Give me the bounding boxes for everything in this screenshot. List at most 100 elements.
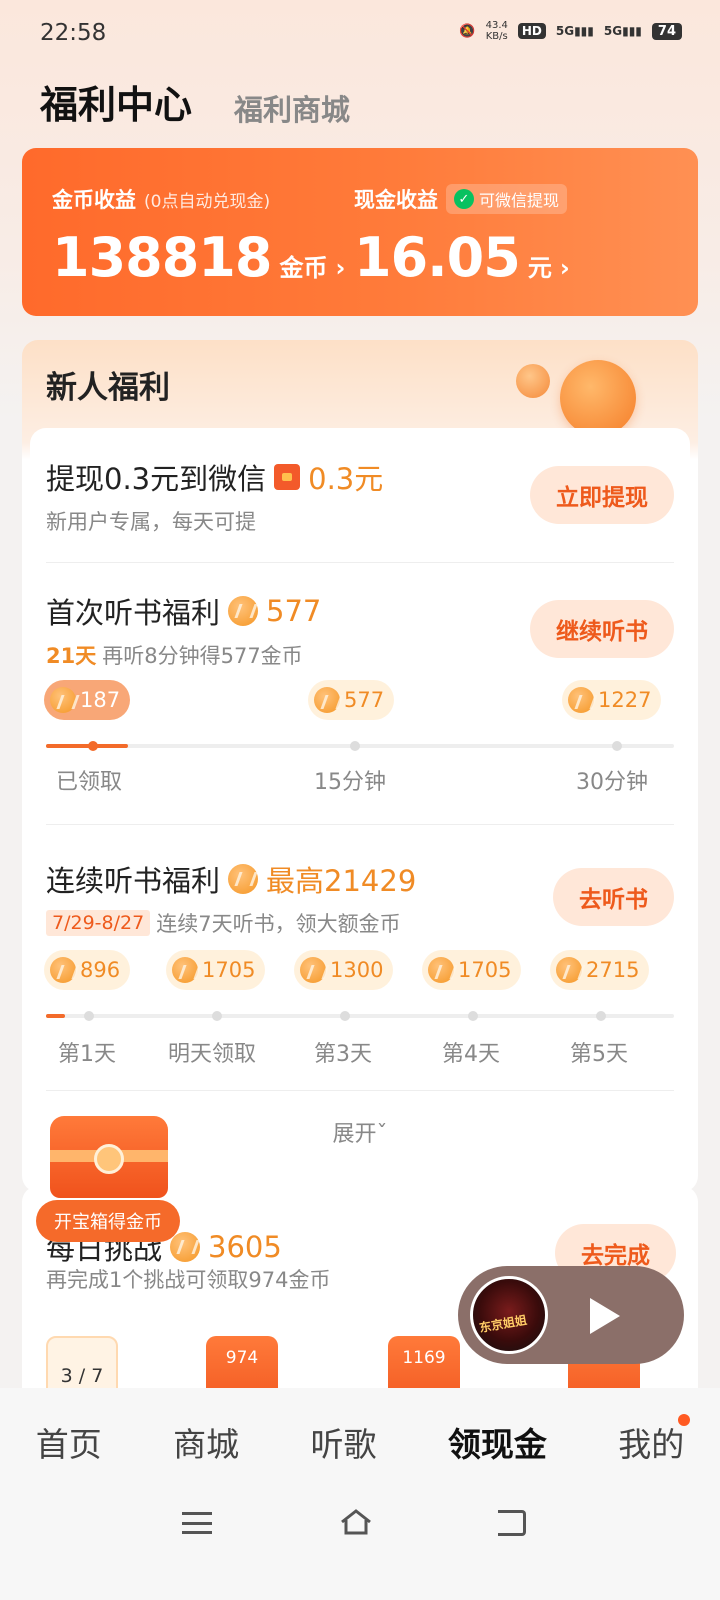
milestone-label: 15分钟 bbox=[314, 770, 386, 795]
challenge-subtitle: 再完成1个挑战可领取974金币 bbox=[46, 1268, 331, 1292]
coin-icon bbox=[300, 957, 326, 983]
tab-welfare-mall[interactable]: 福利商城 bbox=[234, 87, 350, 129]
wechat-withdraw-badge: ✓ 可微信提现 bbox=[446, 184, 568, 214]
newbie-welfare-title: 新人福利 bbox=[46, 370, 170, 406]
status-time: 22:58 bbox=[40, 20, 107, 46]
coin-icon bbox=[50, 957, 76, 983]
streak-progress bbox=[46, 1011, 674, 1021]
coin-icon bbox=[314, 687, 340, 713]
top-tabs: 福利中心 福利商城 bbox=[40, 74, 350, 129]
streak-day-label: 第4天 bbox=[442, 1042, 500, 1067]
streak-day-label: 第5天 bbox=[570, 1042, 628, 1067]
notification-dot bbox=[678, 1414, 691, 1426]
first-listen-row: 首次听书福利 577 21天 再听8分钟得577金币 继续听书 bbox=[46, 590, 674, 670]
net-speed: 43.4 KB/s bbox=[485, 20, 508, 42]
menu-icon[interactable] bbox=[182, 1512, 212, 1534]
progress-fill bbox=[46, 1014, 65, 1018]
red-packet-icon bbox=[274, 464, 301, 490]
play-icon[interactable] bbox=[590, 1298, 620, 1334]
withdraw-title: 提现0.3元到微信 bbox=[46, 462, 267, 496]
first-listen-days: 21天 bbox=[46, 644, 97, 668]
streak-day-pill: 1705 bbox=[422, 950, 522, 990]
home-icon[interactable] bbox=[340, 1508, 372, 1536]
coin-icon bbox=[556, 957, 582, 983]
wechat-check-icon: ✓ bbox=[454, 189, 474, 209]
treasure-chest-icon[interactable] bbox=[44, 1116, 174, 1212]
streak-title: 连续听书福利 bbox=[46, 864, 221, 898]
tab-welfare-center[interactable]: 福利中心 bbox=[40, 74, 192, 129]
divider bbox=[46, 562, 674, 563]
signal-2-icon: 5G▮▮▮ bbox=[603, 24, 642, 38]
nav-mall[interactable]: 商城 bbox=[173, 1418, 239, 1466]
nav-music[interactable]: 听歌 bbox=[310, 1418, 376, 1466]
coin-icon bbox=[170, 1232, 201, 1262]
streak-day-label: 第3天 bbox=[314, 1042, 372, 1067]
bottom-navigation: 首页 商城 听歌 领现金 我的 bbox=[0, 1388, 720, 1600]
mute-bell-icon: 🔕 bbox=[459, 23, 476, 39]
coin-icon bbox=[50, 687, 76, 713]
streak-day-pill: 2715 bbox=[550, 950, 650, 990]
album-cover-text: 东京姐姐 bbox=[478, 1312, 528, 1336]
back-icon[interactable] bbox=[498, 1510, 526, 1536]
milestone-pill: 187 bbox=[44, 680, 131, 720]
milestone-pill: 577 bbox=[308, 680, 395, 720]
cash-earnings-value: 16.05 bbox=[354, 226, 521, 289]
streak-day-pill: 1705 bbox=[166, 950, 266, 990]
milestone-label: 30分钟 bbox=[576, 770, 648, 795]
streak-row: 连续听书福利 最高21429 7/29-8/27 连续7天听书，领大额金币 去听… bbox=[46, 858, 674, 938]
coin-earnings[interactable]: 金币收益 (0点自动兑现金) 138818 金币 › bbox=[52, 184, 345, 289]
withdraw-amount: 0.3元 bbox=[308, 462, 384, 496]
album-cover[interactable]: 东京姐姐 bbox=[470, 1276, 548, 1354]
chevron-right-icon: › bbox=[559, 254, 570, 282]
withdraw-row: 提现0.3元到微信 0.3元 新用户专属，每天可提 立即提现 bbox=[46, 456, 674, 536]
cash-earnings-title: 现金收益 bbox=[354, 188, 438, 212]
challenge-coins: 3605 bbox=[208, 1230, 282, 1264]
divider bbox=[46, 824, 674, 825]
mini-player[interactable]: 东京姐姐 bbox=[458, 1266, 684, 1364]
coin-icon bbox=[428, 957, 454, 983]
streak-subtitle: 连续7天听书，领大额金币 bbox=[156, 912, 401, 936]
battery-icon: 74 bbox=[651, 22, 682, 40]
streak-day-label: 第1天 bbox=[58, 1042, 116, 1067]
status-icons: 🔕 43.4 KB/s HD 5G▮▮▮ 5G▮▮▮ 74 bbox=[459, 20, 682, 42]
continue-listening-button[interactable]: 继续听书 bbox=[530, 600, 674, 658]
coin-earnings-note: (0点自动兑现金) bbox=[144, 191, 271, 212]
coin-icon bbox=[228, 864, 259, 894]
coin-earnings-title: 金币收益 bbox=[52, 188, 136, 212]
streak-max: 最高21429 bbox=[266, 864, 417, 898]
hd-icon: HD bbox=[517, 23, 546, 39]
streak-day-pill: 1300 bbox=[294, 950, 394, 990]
cash-earnings-unit: 元 bbox=[527, 254, 552, 282]
open-chest-label[interactable]: 开宝箱得金币 bbox=[36, 1200, 180, 1242]
withdraw-now-button[interactable]: 立即提现 bbox=[530, 466, 674, 524]
coin-icon bbox=[568, 687, 594, 713]
first-listen-title: 首次听书福利 bbox=[46, 596, 221, 630]
milestone-label: 已领取 bbox=[56, 770, 123, 795]
earnings-card: 金币收益 (0点自动兑现金) 138818 金币 › 现金收益 ✓ 可微信提现 … bbox=[22, 148, 698, 316]
streak-date-tag: 7/29-8/27 bbox=[46, 910, 151, 936]
streak-day-label: 明天领取 bbox=[168, 1042, 257, 1067]
go-listen-button[interactable]: 去听书 bbox=[553, 868, 674, 926]
coin-decoration-icon bbox=[506, 350, 656, 440]
coin-earnings-value: 138818 bbox=[52, 226, 272, 289]
nav-me[interactable]: 我的 bbox=[618, 1414, 691, 1466]
newbie-welfare-list: 提现0.3元到微信 0.3元 新用户专属，每天可提 立即提现 首次听书福利 57… bbox=[30, 428, 690, 1184]
newbie-welfare-card: 新人福利 提现0.3元到微信 0.3元 新用户专属，每天可提 立即提现 首次听书… bbox=[22, 340, 698, 1192]
coin-icon bbox=[172, 957, 198, 983]
chevron-right-icon: › bbox=[335, 254, 346, 282]
signal-1-icon: 5G▮▮▮ bbox=[555, 24, 594, 38]
nav-get-cash[interactable]: 领现金 bbox=[448, 1418, 547, 1466]
streak-day-pill: 896 bbox=[44, 950, 131, 990]
nav-home[interactable]: 首页 bbox=[36, 1418, 102, 1466]
system-navigation bbox=[0, 1496, 720, 1556]
coin-earnings-unit: 金币 bbox=[279, 254, 328, 282]
status-bar: 22:58 🔕 43.4 KB/s HD 5G▮▮▮ 5G▮▮▮ 74 bbox=[0, 0, 720, 66]
progress-fill bbox=[46, 744, 128, 748]
cash-earnings[interactable]: 现金收益 ✓ 可微信提现 16.05 元 › bbox=[354, 184, 570, 289]
first-listen-subtitle: 再听8分钟得577金币 bbox=[102, 644, 303, 668]
first-listen-progress bbox=[46, 741, 674, 751]
divider bbox=[46, 1090, 674, 1091]
milestone-pill: 1227 bbox=[562, 680, 662, 720]
first-listen-coins: 577 bbox=[266, 594, 322, 628]
coin-icon bbox=[228, 596, 259, 626]
